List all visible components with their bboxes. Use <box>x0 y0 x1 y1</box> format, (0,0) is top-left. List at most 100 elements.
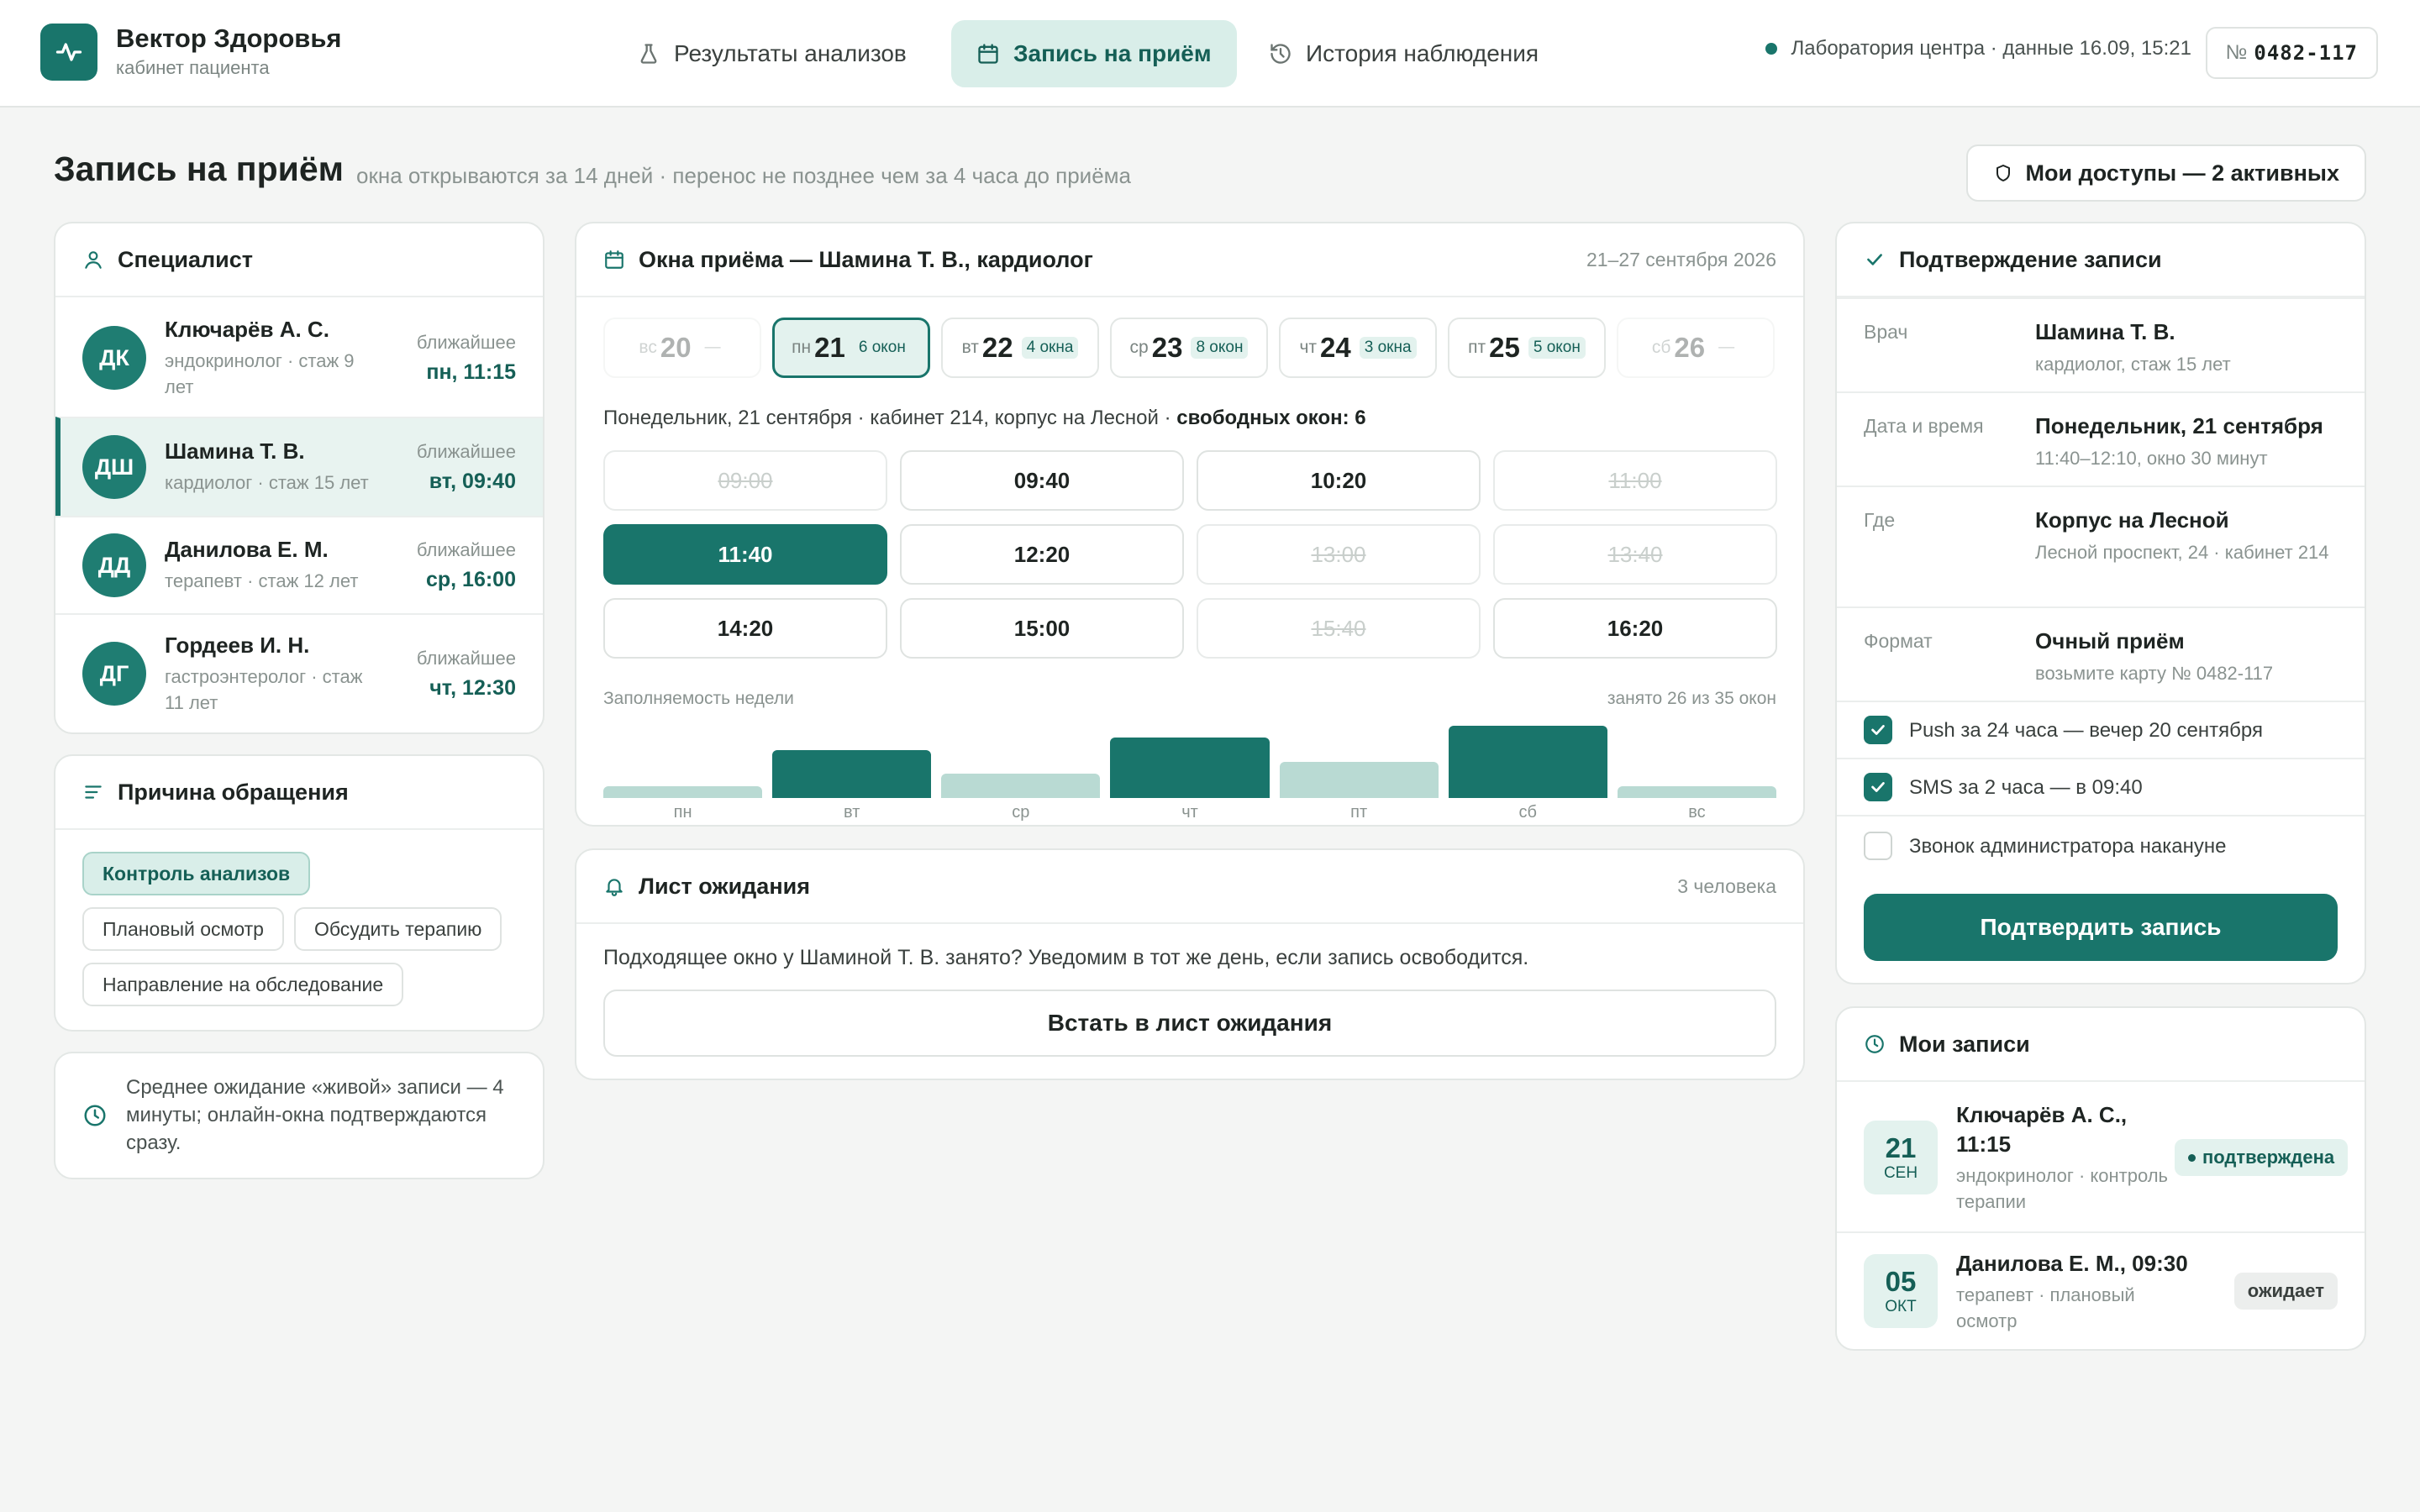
day-info: Понедельник, 21 сентября · кабинет 214, … <box>603 407 1366 430</box>
specialist-name: Шамина Т. В. <box>165 438 305 464</box>
time-slot: 15:40 <box>1197 598 1481 659</box>
row-value: Понедельник, 21 сентября <box>2035 413 2323 438</box>
reason-chip[interactable]: Обсудить терапию <box>294 907 502 951</box>
time-slot: 13:40 <box>1493 524 1777 585</box>
time-slot[interactable]: 14:20 <box>603 598 887 659</box>
row-key: Врач <box>1864 321 1908 343</box>
push-checkbox[interactable] <box>1864 716 1892 744</box>
day-slot-count: — <box>704 339 721 356</box>
time-slot[interactable]: 12:20 <box>900 524 1184 585</box>
next-label: ближайшее <box>416 331 516 353</box>
waitlist-title: Лист ожидания <box>639 873 810 899</box>
specialist-card: Специалист ДК Ключарёв А. С. эндокриноло… <box>54 222 544 734</box>
appointment-sub: терапевт · плановый осмотр <box>1956 1284 2135 1331</box>
day-чт[interactable]: чт 24 3 окна <box>1279 318 1437 378</box>
status-badge: ожидает <box>2233 1273 2338 1310</box>
reason-title: Причина обращения <box>118 779 349 805</box>
sms-checkbox[interactable] <box>1864 773 1892 801</box>
status-badge: подтверждена <box>2175 1139 2349 1176</box>
day-weekday: чт <box>1299 338 1318 357</box>
confirm-row-format: Формат Очный приём возьмите карту № 0482… <box>1837 606 2365 701</box>
appointment-date: 21 СЕН <box>1864 1121 1938 1194</box>
appointment-item[interactable]: 05 ОКТ Данилова Е. М., 09:30 терапевт · … <box>1837 1231 2365 1349</box>
pulse-logo-icon[interactable] <box>40 24 97 81</box>
specialist-next: ближайшее ср, 16:00 <box>417 539 516 592</box>
time-slot[interactable]: 09:40 <box>900 450 1184 511</box>
load-axis-label: пн <box>673 803 692 822</box>
status-text: ожидает <box>2247 1280 2324 1301</box>
load-bar-чт <box>1110 738 1270 798</box>
day-сб[interactable]: сб 26 — <box>1617 318 1775 378</box>
time-slot[interactable]: 16:20 <box>1493 598 1777 659</box>
next-label: ближайшее <box>416 440 516 462</box>
avatar: ДД <box>82 533 146 597</box>
week-load-chart <box>603 722 1776 798</box>
option-push[interactable]: Push за 24 часа — вечер 20 сентября <box>1837 701 2365 758</box>
tab-appointment[interactable]: Запись на приём <box>951 20 1237 87</box>
day-weekday: пт <box>1468 338 1486 357</box>
page-title: Запись на приём <box>54 150 344 188</box>
day-slot-count: — <box>1718 339 1735 356</box>
call-checkbox[interactable] <box>1864 832 1892 860</box>
time-slot[interactable]: 10:20 <box>1197 450 1481 511</box>
patient-id-badge[interactable]: № 0482-117 <box>2205 27 2378 79</box>
load-label: Заполняемость недели <box>603 689 794 708</box>
confirm-button[interactable]: Подтвердить запись <box>1864 894 2338 961</box>
appointment-item[interactable]: 21 СЕН Ключарёв А. С., 11:15 эндокриноло… <box>1837 1084 2365 1231</box>
row-key: Дата и время <box>1864 415 1984 437</box>
brand-name: Вектор Здоровья <box>116 24 342 53</box>
specialist-item[interactable]: ДГ Гордеев И. Н. гастроэнтеролог · стаж … <box>55 613 543 732</box>
next-label: ближайшее <box>416 538 516 560</box>
wait-note-text: Среднее ожидание «живой» записи — 4 мину… <box>126 1076 504 1154</box>
time-slot: 09:00 <box>603 450 887 511</box>
load-axis-label: сб <box>1518 803 1537 822</box>
avatar: ДК <box>82 326 146 390</box>
join-waitlist-button[interactable]: Встать в лист ожидания <box>603 990 1776 1057</box>
slots-title: Окна приёма — Шамина Т. В., кардиолог <box>639 246 1093 272</box>
load-axis-label: вс <box>1688 803 1706 822</box>
specialist-next: ближайшее чт, 12:30 <box>417 648 516 701</box>
clock-icon <box>84 1105 106 1126</box>
next-time: пн, 11:15 <box>426 360 516 384</box>
day-пн[interactable]: пн 21 6 окон <box>772 318 930 378</box>
my-access-button[interactable]: Мои доступы — 2 активных <box>1966 144 2366 202</box>
day-weekday: вт <box>961 338 979 357</box>
row-key: Где <box>1864 509 1896 531</box>
my-appointments-title: Мои записи <box>1899 1031 2030 1057</box>
day-вс[interactable]: вс 20 — <box>603 318 761 378</box>
day-weekday: пн <box>792 338 812 357</box>
confirm-title: Подтверждение записи <box>1899 246 2162 272</box>
tab-label: Запись на приём <box>1013 40 1212 66</box>
row-value: Очный приём <box>2035 628 2185 654</box>
load-bar-ср <box>941 774 1101 798</box>
day-вт[interactable]: вт 22 4 окна <box>941 318 1099 378</box>
next-label: ближайшее <box>416 647 516 669</box>
row-sub: 11:40–12:10, окно 30 минут <box>2035 448 2268 469</box>
confirm-row-doctor: Врач Шамина Т. В. кардиолог, стаж 15 лет <box>1837 297 2365 391</box>
load-bar-сб <box>1448 726 1607 798</box>
day-slot-count: 5 окон <box>1528 337 1586 359</box>
day-number: 24 <box>1320 332 1351 363</box>
status-text: подтверждена <box>2202 1147 2335 1168</box>
waitlist-text: Подходящее окно у Шаминой Т. В. занято? … <box>603 946 1529 969</box>
option-sms[interactable]: SMS за 2 часа — в 09:40 <box>1837 758 2365 815</box>
day-number: 21 <box>814 332 845 363</box>
time-slot[interactable]: 15:00 <box>900 598 1184 659</box>
reason-chip[interactable]: Плановый осмотр <box>82 907 284 951</box>
specialist-item[interactable]: ДД Данилова Е. М. терапевт · стаж 12 лет… <box>55 516 543 613</box>
specialist-item[interactable]: ДК Ключарёв А. С. эндокринолог · стаж 9 … <box>55 299 543 417</box>
specialist-info: Гордеев И. Н. гастроэнтеролог · стаж 11 … <box>165 633 417 716</box>
time-slot-selected[interactable]: 11:40 <box>603 524 887 585</box>
reason-chip[interactable]: Направление на обследование <box>82 963 404 1006</box>
tab-history[interactable]: История наблюдения <box>1244 20 1564 87</box>
tab-lab-results[interactable]: Результаты анализов <box>612 20 932 87</box>
reason-chip-selected[interactable]: Контроль анализов <box>82 852 311 895</box>
wait-note-card: Среднее ожидание «живой» записи — 4 мину… <box>54 1052 544 1179</box>
day-ср[interactable]: ср 23 8 окон <box>1110 318 1268 378</box>
option-call[interactable]: Звонок администратора накануне <box>1837 815 2365 874</box>
row-value: Корпус на Лесной <box>2035 507 2229 533</box>
specialist-item-selected[interactable]: ДШ Шамина Т. В. кардиолог · стаж 15 лет … <box>55 417 543 516</box>
my-appointments-header: Мои записи <box>1837 1008 2365 1082</box>
day-пт[interactable]: пт 25 5 окон <box>1448 318 1606 378</box>
specialist-name: Данилова Е. М. <box>165 537 329 562</box>
